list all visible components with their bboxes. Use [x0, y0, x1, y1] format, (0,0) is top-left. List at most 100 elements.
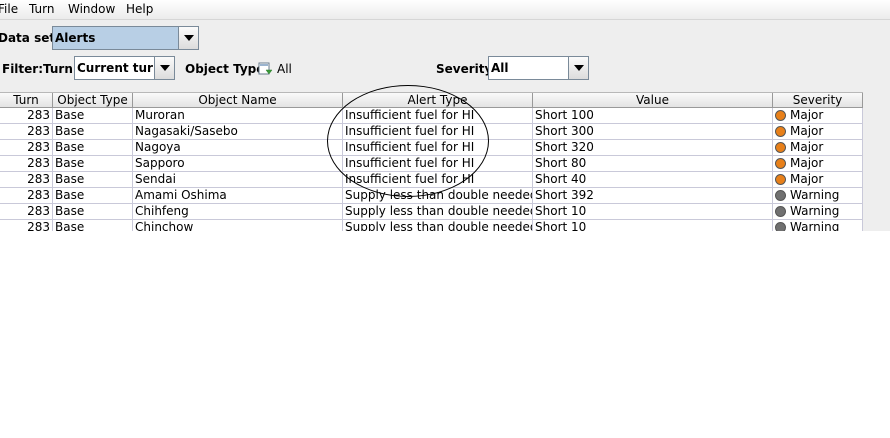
column-header-value[interactable]: Value — [533, 93, 773, 108]
menu-help[interactable]: Help — [126, 2, 153, 16]
cell-turn: 283 — [0, 108, 53, 123]
table-row[interactable]: 283 Base Nagasaki/Sasebo Insufficient fuel … — [0, 124, 863, 140]
turn-filter-select[interactable]: Current turn — [74, 56, 175, 80]
cell-value: Short 80 — [533, 156, 773, 171]
cell-alert-type: Supply less than double needed — [345, 188, 533, 203]
severity-dot-icon — [775, 142, 786, 153]
cell-turn: 283 — [0, 220, 53, 231]
severity-filter-value: All — [491, 61, 509, 75]
cell-severity: Major — [773, 124, 863, 139]
cell-object-type: Base — [53, 172, 133, 187]
cell-alert-type: Insufficient fuel for HI — [343, 172, 533, 187]
severity-label: Major — [790, 108, 824, 122]
menu-file[interactable]: File — [0, 2, 18, 16]
cell-severity: Major — [773, 108, 863, 123]
cell-value: Short 10 — [533, 220, 773, 231]
cell-severity: Warning — [773, 188, 863, 203]
severity-label: Warning — [790, 188, 840, 202]
column-header-turn[interactable]: Turn — [0, 93, 53, 108]
cell-alert-type: Insufficient fuel for HI — [343, 108, 533, 123]
table-row[interactable]: 283 Base Amami Oshima Supply less than doub… — [0, 188, 863, 204]
table-row[interactable]: 283 Base Muroran Insufficient fuel for HI Sh… — [0, 108, 863, 124]
table-row[interactable]: 283 Base Sendai Insufficient fuel for HI Sho… — [0, 172, 863, 188]
cell-object-type: Base — [53, 140, 133, 155]
cell-turn: 283 — [0, 156, 53, 171]
turn-filter-label: Turn: — [43, 62, 78, 76]
dataset-select[interactable]: Alerts — [52, 26, 199, 50]
severity-dot-icon — [775, 110, 786, 121]
cell-severity: Major — [773, 140, 863, 155]
cell-object-type: Base — [53, 204, 133, 219]
column-header-alert-type[interactable]: Alert Type — [343, 93, 533, 108]
cell-severity: Major — [773, 156, 863, 171]
table-row[interactable]: 283 Base Nagoya Insufficient fuel for HI Sho… — [0, 140, 863, 156]
alerts-window: File Turn Window Help Data set: Alerts F… — [0, 0, 890, 231]
cell-severity: Warning — [773, 220, 863, 231]
menu-bar: File Turn Window Help — [0, 0, 890, 20]
cell-value: Short 40 — [533, 172, 773, 187]
menu-window[interactable]: Window — [68, 2, 115, 16]
severity-dot-icon — [775, 158, 786, 169]
cell-turn: 283 — [0, 124, 53, 139]
table-row[interactable]: 283 Base Chihfeng Supply less than double n… — [0, 204, 863, 220]
cell-object-type: Base — [53, 220, 133, 231]
table-row[interactable]: 283 Base Chinchow Supply less than double n… — [0, 220, 863, 231]
severity-label: Major — [790, 124, 824, 138]
objtype-filter-label: Object Type: — [185, 62, 270, 76]
filter-label: Filter: — [2, 62, 44, 76]
table-header: Turn Object Type Object Name Alert Type … — [0, 92, 863, 108]
cell-alert-type: Supply less than double needed — [345, 204, 533, 219]
cell-object-name: Muroran — [133, 108, 343, 123]
severity-filter-select[interactable]: All — [488, 56, 589, 80]
chevron-down-icon[interactable] — [178, 27, 198, 49]
cell-object-type: Base — [53, 124, 133, 139]
turn-filter-value: Current turn — [77, 61, 162, 75]
cell-object-type: Base — [53, 156, 133, 171]
cell-object-name: Amami Oshima — [133, 188, 343, 203]
severity-label: Warning — [790, 204, 840, 218]
cell-object-name: Sapporo — [133, 156, 343, 171]
cell-severity: Warning — [773, 204, 863, 219]
cell-object-name: Nagoya — [133, 140, 343, 155]
cell-alert-type: Insufficient fuel for HI — [343, 124, 533, 139]
cell-object-name: Sendai — [133, 172, 343, 187]
cell-object-name: Chinchow — [133, 220, 343, 231]
severity-dot-icon — [775, 222, 786, 231]
cell-turn: 283 — [0, 204, 53, 219]
column-header-severity[interactable]: Severity — [773, 93, 863, 108]
cell-turn: 283 — [0, 140, 53, 155]
table-row[interactable]: 283 Base Sapporo Insufficient fuel for HI Sh… — [0, 156, 863, 172]
dataset-label: Data set: — [0, 31, 60, 45]
cell-object-type: Base — [53, 188, 133, 203]
column-header-object-type[interactable]: Object Type — [53, 93, 133, 108]
cell-turn: 283 — [0, 172, 53, 187]
chevron-down-icon[interactable] — [568, 57, 588, 79]
severity-label: Major — [790, 156, 824, 170]
severity-label: Major — [790, 140, 824, 154]
cell-alert-type: Insufficient fuel for HI — [343, 140, 533, 155]
column-header-object-name[interactable]: Object Name — [133, 93, 343, 108]
cell-value: Short 100 — [533, 108, 773, 123]
cell-object-name: Chihfeng — [133, 204, 343, 219]
filter-object-type-icon[interactable] — [258, 61, 273, 76]
severity-label: Major — [790, 172, 824, 186]
cell-value: Short 300 — [533, 124, 773, 139]
severity-dot-icon — [775, 190, 786, 201]
cell-value: Short 392 — [533, 188, 773, 203]
cell-severity: Major — [773, 172, 863, 187]
severity-dot-icon — [775, 174, 786, 185]
dataset-value: Alerts — [55, 31, 96, 45]
chevron-down-icon[interactable] — [154, 57, 174, 79]
severity-dot-icon — [775, 206, 786, 217]
severity-dot-icon — [775, 126, 786, 137]
cell-value: Short 10 — [533, 204, 773, 219]
severity-label: Warning — [790, 220, 840, 231]
cell-value: Short 320 — [533, 140, 773, 155]
cell-object-name: Nagasaki/Sasebo — [133, 124, 343, 139]
cell-object-type: Base — [53, 108, 133, 123]
cell-alert-type: Supply less than double needed — [343, 220, 533, 231]
cell-turn: 283 — [0, 188, 53, 203]
cell-alert-type: Insufficient fuel for HI — [343, 156, 533, 171]
objtype-filter-value[interactable]: All — [277, 62, 292, 76]
menu-turn[interactable]: Turn — [29, 2, 54, 16]
